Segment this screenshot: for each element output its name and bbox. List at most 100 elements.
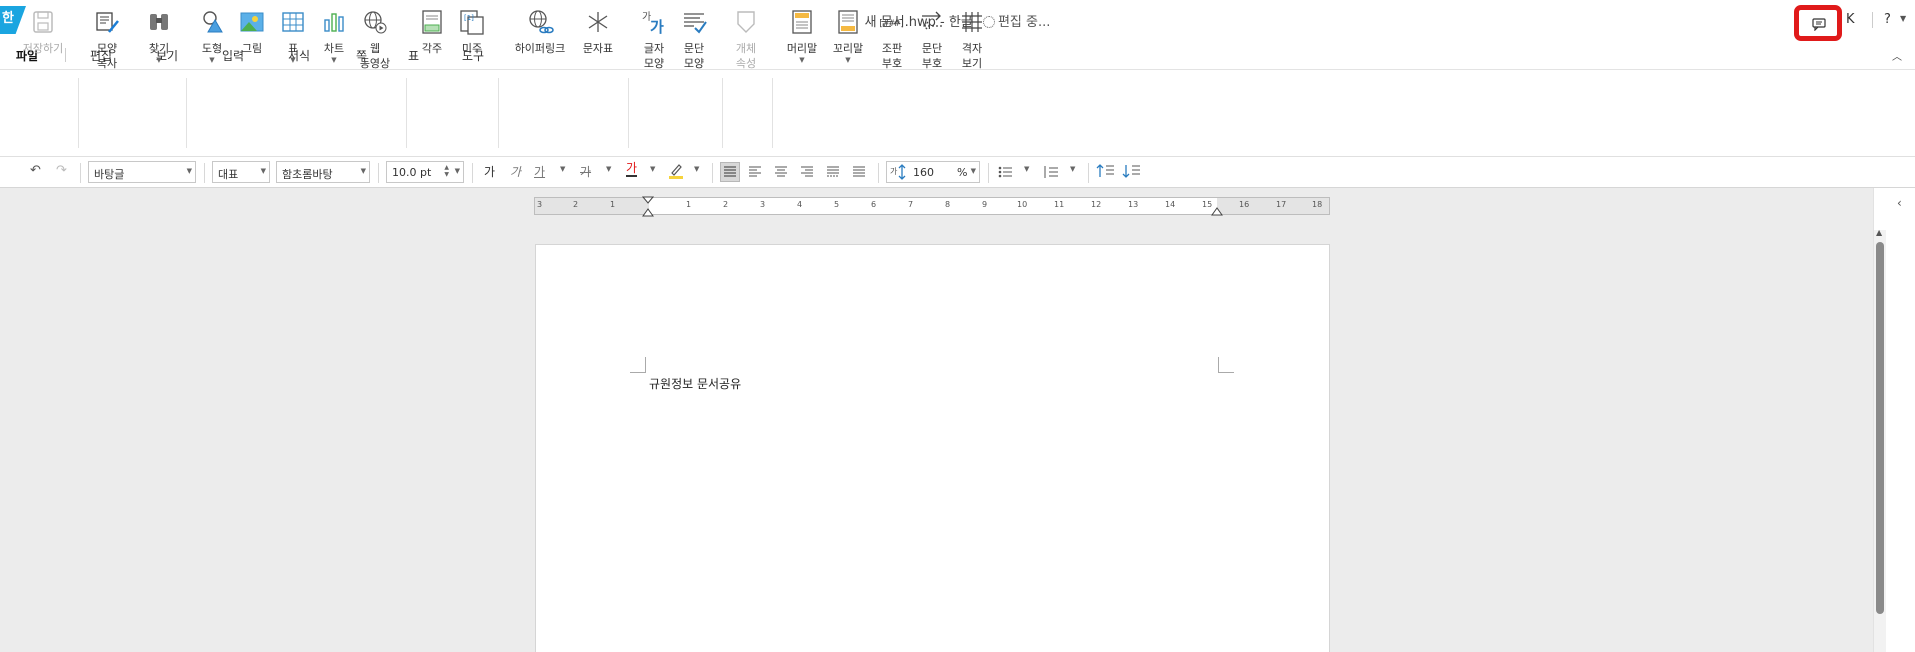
object-properties-button[interactable]: 개체 속성 bbox=[730, 8, 762, 71]
endnote-button[interactable]: [1] 미주 bbox=[456, 8, 488, 56]
font-select[interactable]: 함초롬바탕 ▼ bbox=[276, 161, 370, 183]
table-button[interactable]: 표 ▼ bbox=[278, 8, 308, 65]
bullet-list-button[interactable] bbox=[996, 163, 1014, 185]
highlight-dropdown-icon[interactable]: ▼ bbox=[694, 165, 699, 173]
stepper-arrows-icon[interactable]: ▲ ▼ bbox=[444, 164, 449, 178]
align-right-button[interactable] bbox=[798, 163, 816, 185]
ruler-tick-label: 11 bbox=[1054, 200, 1065, 209]
para-mark-label-1: 문단 bbox=[921, 42, 943, 55]
ribbon-divider bbox=[78, 78, 79, 148]
char-map-button[interactable]: 문자표 bbox=[578, 8, 618, 56]
ribbon-divider bbox=[722, 78, 723, 148]
bold-button[interactable]: 가 bbox=[484, 163, 495, 180]
symbol-icon bbox=[588, 12, 608, 32]
chart-button[interactable]: 차트 ▼ bbox=[318, 8, 350, 65]
help-button[interactable]: ? bbox=[1884, 12, 1891, 27]
grid-view-button[interactable]: 격자 보기 bbox=[956, 8, 988, 71]
scroll-up-icon[interactable]: ▲ bbox=[1876, 228, 1882, 237]
help-dropdown-icon[interactable]: ▼ bbox=[1900, 14, 1906, 23]
ruler-tick-label: 12 bbox=[1091, 200, 1102, 209]
chart-dropdown-icon[interactable]: ▼ bbox=[318, 56, 350, 65]
picture-button[interactable]: 그림 bbox=[236, 8, 268, 56]
font-color-button[interactable]: 가 bbox=[626, 161, 638, 177]
user-account-button[interactable]: K bbox=[1846, 12, 1855, 27]
endnote-icon: [1] bbox=[460, 10, 484, 35]
language-value: 대표 bbox=[218, 168, 239, 181]
numbered-dropdown-icon[interactable]: ▼ bbox=[1070, 165, 1075, 173]
strikethrough-button[interactable]: 가 bbox=[580, 163, 591, 180]
redo-icon[interactable]: ↷ bbox=[56, 163, 67, 178]
bullet-dropdown-icon[interactable]: ▼ bbox=[1024, 165, 1029, 173]
line-spacing-icon: 가 bbox=[890, 163, 906, 184]
table-dropdown-icon[interactable]: ▼ bbox=[278, 56, 308, 65]
chevron-down-icon: ▼ bbox=[454, 167, 460, 175]
underline-button[interactable]: 가 bbox=[534, 163, 545, 180]
ruler-tick-label: 7 bbox=[908, 200, 914, 209]
document-page[interactable] bbox=[535, 244, 1330, 652]
footnote-label: 각주 bbox=[421, 42, 443, 55]
web-video-button[interactable]: 웹 동영상 bbox=[356, 8, 394, 71]
ribbon-divider bbox=[628, 78, 629, 148]
drawing-button[interactable]: 도형 ▼ bbox=[196, 8, 228, 65]
chart-label: 차트 bbox=[323, 42, 345, 55]
para-shape-button[interactable]: 문단 모양 bbox=[678, 8, 710, 71]
increase-indent-button[interactable] bbox=[1096, 161, 1116, 185]
underline-dropdown-icon[interactable]: ▼ bbox=[560, 165, 565, 173]
footnote-icon bbox=[422, 10, 442, 34]
para-mark-icon bbox=[922, 11, 942, 31]
char-shape-label-2: 모양 bbox=[643, 57, 665, 70]
find-dropdown-icon[interactable]: ▼ bbox=[142, 56, 176, 65]
horizontal-ruler[interactable]: 3 2 1 1 2 3 4 5 6 7 8 9 10 11 12 13 14 1… bbox=[534, 196, 1330, 218]
ruler-tick-label: 17 bbox=[1276, 200, 1287, 209]
ruler-tick-label: 1 bbox=[610, 200, 616, 209]
header-dropdown-icon[interactable]: ▼ bbox=[782, 56, 822, 65]
distribute-button[interactable] bbox=[824, 163, 842, 185]
align-center-button[interactable] bbox=[772, 163, 790, 185]
collapse-ribbon-icon[interactable]: ︿ bbox=[1892, 48, 1902, 63]
footnote-button[interactable]: 각주 bbox=[416, 8, 448, 56]
find-button[interactable]: 찾기 ▼ bbox=[142, 8, 176, 65]
ribbon-toolbar bbox=[0, 70, 1915, 157]
scrollbar-thumb[interactable] bbox=[1876, 242, 1884, 614]
align-left-icon bbox=[749, 166, 761, 177]
drawing-dropdown-icon[interactable]: ▼ bbox=[196, 56, 228, 65]
line-spacing-select[interactable]: 가 160 % ▼ bbox=[886, 161, 980, 183]
char-shape-icon: 가가 bbox=[642, 11, 664, 36]
font-value: 함초롬바탕 bbox=[282, 168, 333, 181]
para-mark-button[interactable]: 문단 부호 bbox=[916, 8, 948, 71]
format-divider bbox=[712, 163, 713, 183]
highlighter-icon[interactable] bbox=[668, 161, 684, 179]
assembly-code-icon: [###] bbox=[878, 19, 905, 29]
ribbon-divider bbox=[772, 78, 773, 148]
ruler-tick-label: 8 bbox=[945, 200, 951, 209]
indent-marker-icon[interactable] bbox=[642, 196, 654, 218]
assembly-code-button[interactable]: [###] 조판 부호 bbox=[876, 8, 908, 71]
footer-dropdown-icon[interactable]: ▼ bbox=[828, 56, 868, 65]
chevron-down-icon: ▼ bbox=[970, 167, 976, 175]
save-button[interactable]: 저장하기 bbox=[18, 8, 68, 56]
align-justify-button[interactable] bbox=[720, 162, 740, 182]
shape-copy-button[interactable]: 모양 복사 bbox=[88, 8, 126, 71]
decrease-indent-button[interactable] bbox=[1122, 161, 1142, 185]
hyperlink-button[interactable]: 하이퍼링크 bbox=[508, 8, 572, 56]
language-select[interactable]: 대표 ▼ bbox=[212, 161, 270, 183]
strikethrough-dropdown-icon[interactable]: ▼ bbox=[606, 165, 611, 173]
comment-button[interactable] bbox=[1794, 5, 1842, 41]
footer-button[interactable]: 꼬리말 ▼ bbox=[828, 8, 868, 65]
italic-button[interactable]: 가 bbox=[510, 163, 521, 180]
style-select[interactable]: 바탕글 ▼ bbox=[88, 161, 196, 183]
right-margin-marker-icon[interactable] bbox=[1211, 206, 1223, 216]
align-left-button[interactable] bbox=[746, 163, 764, 185]
expand-panel-icon[interactable]: ‹ bbox=[1897, 196, 1902, 210]
font-size-stepper[interactable]: 10.0 pt ▲ ▼ ▼ bbox=[386, 161, 464, 183]
undo-icon[interactable]: ↶ bbox=[30, 163, 41, 178]
header-button[interactable]: 머리말 ▼ bbox=[782, 8, 822, 65]
split-distribute-button[interactable] bbox=[850, 163, 868, 185]
endnote-label: 미주 bbox=[461, 42, 483, 55]
style-value: 바탕글 bbox=[94, 168, 125, 181]
font-color-dropdown-icon[interactable]: ▼ bbox=[650, 165, 655, 173]
char-shape-button[interactable]: 가가 글자 모양 bbox=[638, 8, 670, 71]
numbered-list-button[interactable] bbox=[1042, 163, 1060, 185]
document-body-text[interactable]: 규원정보 문서공유 bbox=[649, 375, 741, 392]
char-map-label: 문자표 bbox=[582, 42, 614, 55]
